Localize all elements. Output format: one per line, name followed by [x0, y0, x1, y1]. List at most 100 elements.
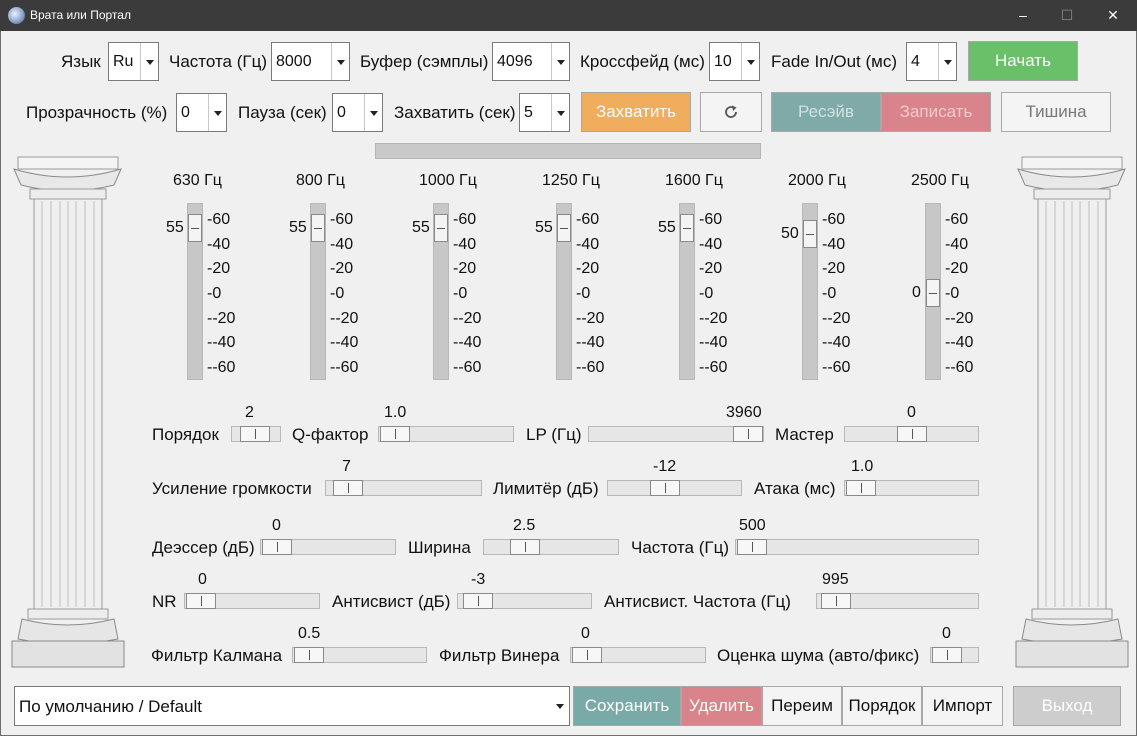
import-button[interactable]: Импорт — [922, 686, 1003, 726]
capture-button[interactable]: Захватить — [581, 92, 691, 132]
slider-thumb[interactable] — [737, 539, 767, 555]
eq-band-slider[interactable] — [802, 203, 818, 380]
language-select[interactable]: Ru — [108, 42, 159, 81]
preset-select[interactable]: По умолчанию / Default — [14, 686, 570, 726]
slider-thumb[interactable] — [846, 480, 876, 496]
eq-slider-thumb[interactable] — [926, 278, 940, 307]
eq-scale-tick: --60 — [453, 359, 482, 376]
kalman-slider[interactable] — [292, 647, 427, 663]
order-button[interactable]: Порядок — [842, 686, 922, 726]
window-title: Врата или Портал — [30, 8, 131, 22]
capture-duration-select[interactable]: 5 — [519, 93, 570, 132]
chevron-down-icon[interactable] — [551, 43, 569, 80]
eq-scale-tick: -20 — [945, 260, 969, 277]
slider-thumb[interactable] — [463, 593, 493, 609]
eq-band-frequency-label: 2500 Гц — [911, 172, 969, 189]
crossfade-value: 10 — [714, 53, 732, 70]
eq-scale-tick: -20 — [453, 260, 477, 277]
gain-slider[interactable] — [325, 480, 482, 496]
eq-band-slider[interactable] — [433, 203, 449, 380]
slider-thumb[interactable] — [821, 593, 851, 609]
chevron-down-icon[interactable] — [551, 687, 569, 725]
deesser-slider[interactable] — [260, 539, 396, 555]
fade-select[interactable]: 4 — [906, 42, 957, 81]
chevron-down-icon[interactable] — [938, 43, 956, 80]
chevron-down-icon[interactable] — [741, 43, 759, 80]
chevron-down-icon[interactable] — [331, 43, 349, 80]
eq-band-slider[interactable] — [556, 203, 572, 380]
eq-band-slider[interactable] — [187, 203, 203, 380]
eq-slider-thumb[interactable] — [803, 219, 817, 248]
eq-band-slider[interactable] — [310, 203, 326, 380]
lp-slider[interactable] — [588, 426, 764, 442]
eq-slider-thumb[interactable] — [680, 213, 694, 242]
eq-scale-tick: --40 — [207, 334, 236, 351]
chevron-down-icon[interactable] — [208, 94, 226, 131]
slider-thumb[interactable] — [380, 426, 410, 442]
eq-slider-thumb[interactable] — [434, 213, 448, 242]
slider-thumb[interactable] — [572, 647, 602, 663]
antiwhistle-value: -3 — [471, 571, 486, 588]
noise-estimate-slider[interactable] — [930, 647, 979, 663]
eq-slider-thumb[interactable] — [188, 213, 202, 242]
eq-slider-thumb[interactable] — [557, 213, 571, 242]
slider-thumb[interactable] — [733, 426, 763, 442]
chevron-down-icon[interactable] — [140, 43, 158, 80]
record-button[interactable]: Записать — [881, 92, 991, 132]
width-slider[interactable] — [483, 539, 619, 555]
q-factor-slider[interactable] — [378, 426, 514, 442]
limiter-label: Лимитёр (дБ) — [493, 479, 599, 498]
delete-button[interactable]: Удалить — [681, 686, 762, 726]
eq-scale-tick: -0 — [576, 285, 591, 302]
slider-thumb[interactable] — [333, 480, 363, 496]
minimize-button[interactable]: – — [1000, 0, 1046, 31]
eq-band-slider[interactable] — [679, 203, 695, 380]
nr-slider[interactable] — [184, 593, 320, 609]
eq-scale-tick: --40 — [576, 334, 605, 351]
close-button[interactable]: ✕ — [1090, 0, 1136, 31]
deess-frequency-slider[interactable] — [735, 539, 979, 555]
maximize-button[interactable]: ☐ — [1044, 0, 1090, 31]
slider-thumb[interactable] — [294, 647, 324, 663]
slider-thumb[interactable] — [897, 426, 927, 442]
eq-scale-tick: -20 — [207, 260, 231, 277]
chevron-down-icon[interactable] — [364, 94, 382, 131]
master-slider[interactable] — [844, 426, 979, 442]
slider-thumb[interactable] — [262, 539, 292, 555]
start-button[interactable]: Начать — [968, 41, 1078, 81]
opacity-select[interactable]: 0 — [176, 93, 227, 132]
pause-select[interactable]: 0 — [332, 93, 383, 132]
crossfade-select[interactable]: 10 — [709, 42, 760, 81]
slider-thumb[interactable] — [510, 539, 540, 555]
slider-thumb[interactable] — [186, 593, 216, 609]
slider-thumb[interactable] — [932, 647, 962, 663]
exit-button[interactable]: Выход — [1013, 686, 1121, 726]
fade-label: Fade In/Out (мс) — [771, 52, 898, 71]
eq-scale-tick: --40 — [453, 334, 482, 351]
save-button[interactable]: Сохранить — [573, 686, 681, 726]
eq-scale-tick: -40 — [699, 236, 723, 253]
eq-scale-tick: --60 — [576, 359, 605, 376]
wiener-slider[interactable] — [570, 647, 706, 663]
eq-scale-tick: -40 — [945, 236, 969, 253]
refresh-button[interactable] — [700, 92, 762, 132]
eq-band-slider[interactable] — [925, 203, 941, 380]
eq-scale-tick: -20 — [576, 260, 600, 277]
eq-slider-thumb[interactable] — [311, 213, 325, 242]
resave-button[interactable]: Ресэйв — [771, 92, 881, 132]
rename-button[interactable]: Переим — [762, 686, 842, 726]
slider-thumb[interactable] — [650, 480, 680, 496]
attack-slider[interactable] — [844, 480, 979, 496]
antiwhistle-slider[interactable] — [457, 593, 592, 609]
silence-button[interactable]: Тишина — [1001, 92, 1111, 132]
capture-duration-value: 5 — [524, 104, 533, 121]
chevron-down-icon[interactable] — [551, 94, 569, 131]
wiener-label: Фильтр Винера — [439, 646, 560, 665]
limiter-slider[interactable] — [607, 480, 742, 496]
frequency-select[interactable]: 8000 — [271, 42, 350, 81]
order-slider[interactable] — [231, 426, 281, 442]
slider-thumb[interactable] — [240, 426, 270, 442]
buffer-select[interactable]: 4096 — [492, 42, 570, 81]
antiwhistle-frequency-slider[interactable] — [816, 593, 979, 609]
frequency-label: Частота (Гц) — [169, 52, 267, 71]
